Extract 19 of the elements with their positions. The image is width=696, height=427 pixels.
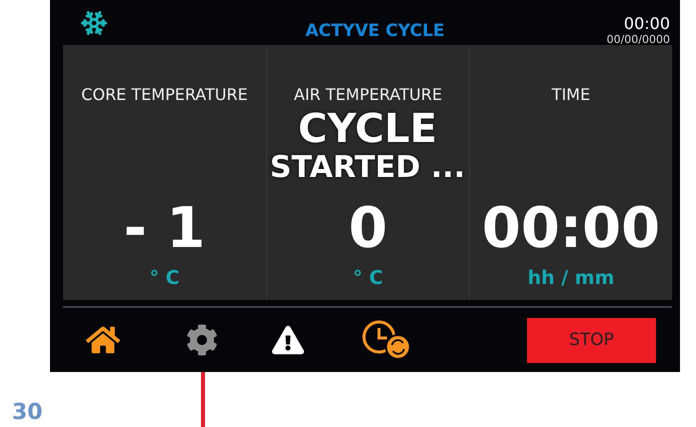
readout-label: CORE TEMPERATURE [81,85,248,106]
date-text: 00/00/0000 [606,33,670,46]
settings-icon[interactable] [186,324,218,356]
stop-button[interactable]: STOP [527,318,656,362]
warning-icon[interactable] [272,324,304,356]
readout-label: TIME [552,85,590,106]
readout-value: 00:00 [482,197,660,261]
readout-unit: hh / mm [528,267,614,289]
cycle-message: CYCLE [298,107,438,151]
clock-time: 00:00 [624,14,670,33]
readout-label: AIR TEMPERATURE [294,85,442,106]
page-number: 30 [12,400,43,425]
cycle-message: STARTED ... [270,151,466,184]
snowflake-icon [80,9,108,37]
readout-value: - 1 [124,197,206,261]
screen-title: ACTYVE CYCLE [305,20,445,41]
readout-value: 0 [348,197,388,261]
readout-unit: ° C [149,267,180,289]
readout-unit: ° C [352,267,384,289]
